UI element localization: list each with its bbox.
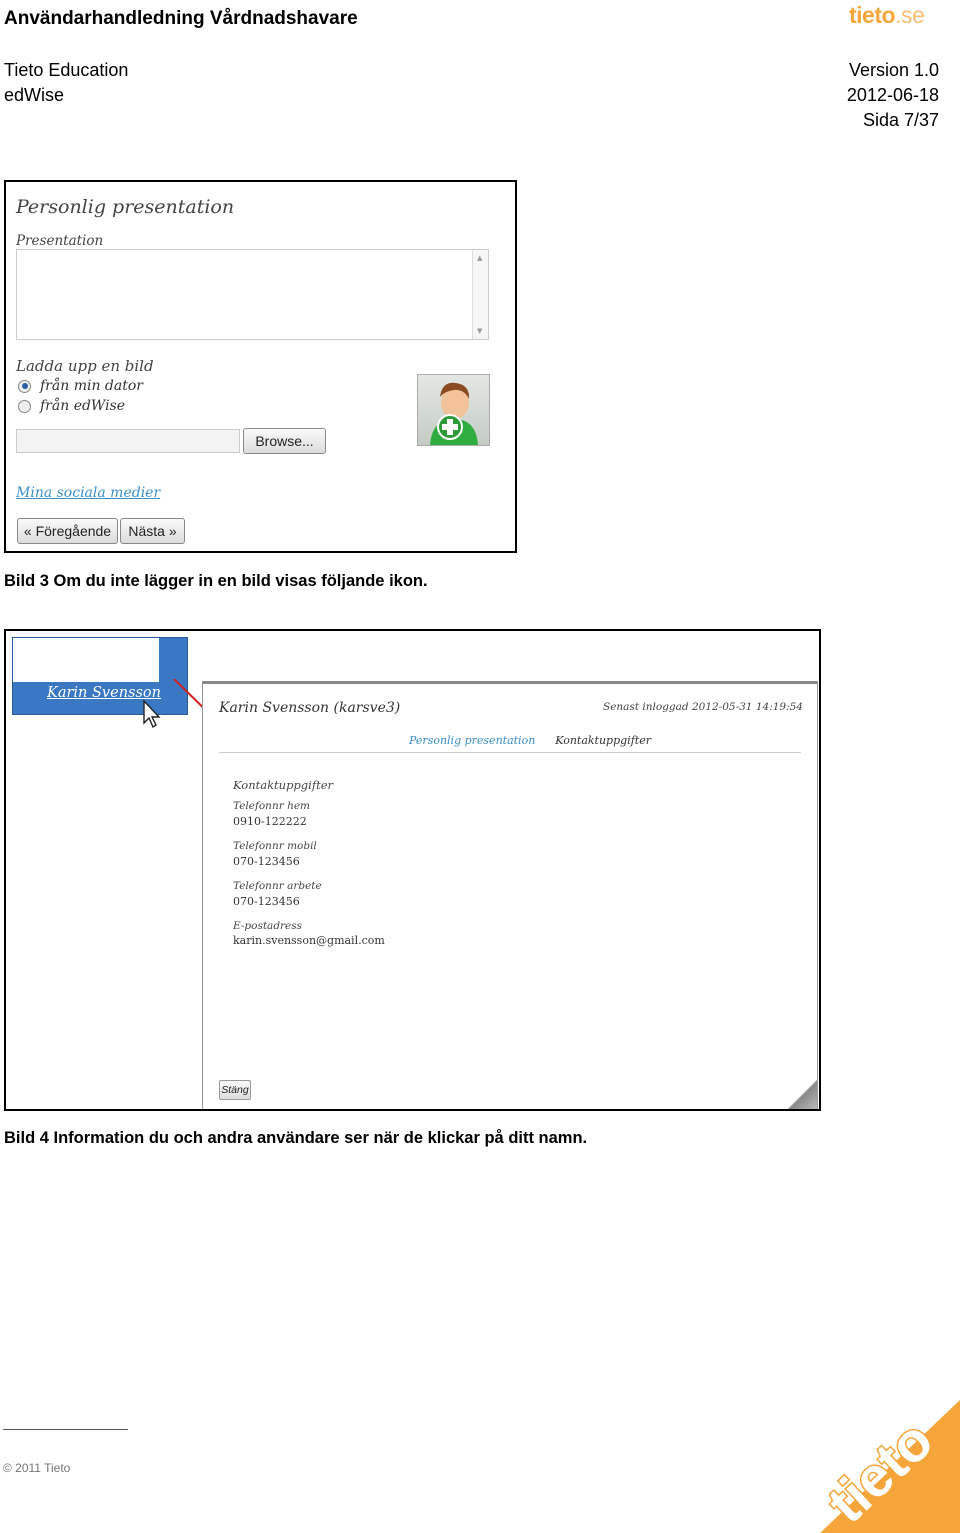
figure-contact-info: Karin Svensson Karin Svensson (karsve3) … — [4, 629, 821, 1111]
profile-tabs: Personlig presentation Kontaktuppgifter — [409, 734, 651, 747]
field-label: Telefonnr mobil — [233, 840, 317, 852]
scroll-down-icon[interactable]: ▼ — [477, 327, 482, 335]
company-name: Tieto Education — [4, 60, 129, 80]
mouse-cursor-icon — [143, 699, 161, 729]
profile-name: Karin Svensson (karsve3) — [219, 700, 401, 716]
figure-caption-4: Bild 4 Information du och andra användar… — [4, 1129, 588, 1147]
document-date: 2012-06-18 — [846, 85, 939, 105]
field-label: Telefonnr arbete — [233, 880, 322, 892]
profile-panel: Karin Svensson (karsve3) Senast inloggad… — [202, 681, 818, 1109]
radio-selected-icon[interactable] — [18, 379, 31, 393]
radio-from-edwise-label: från edWise — [40, 398, 126, 414]
close-button[interactable]: Stäng — [219, 1080, 251, 1100]
textarea-scrollbar[interactable]: ▲ ▼ — [472, 250, 488, 339]
copyright-text: © 2011 Tieto — [3, 1461, 71, 1475]
presentation-textarea[interactable]: ▲ ▼ — [16, 249, 489, 340]
tab-personal-presentation[interactable]: Personlig presentation — [409, 734, 535, 747]
contact-section-title: Kontaktuppgifter — [233, 778, 334, 792]
radio-unselected-icon[interactable] — [18, 399, 31, 413]
field-label: Telefonnr hem — [233, 800, 310, 812]
footnote-divider — [3, 1429, 128, 1430]
previous-button[interactable]: « Föregående — [17, 518, 118, 544]
radio-from-computer[interactable]: från min dator — [18, 378, 143, 394]
tab-contact-info[interactable]: Kontaktuppgifter — [555, 734, 651, 747]
radio-from-edwise[interactable]: från edWise — [18, 398, 125, 414]
header-meta-right: Version 1.0 2012-06-18 Sida 7/37 — [847, 58, 939, 133]
field-value: 070-123456 — [233, 895, 300, 908]
field-label: E-postadress — [233, 920, 303, 932]
social-media-link[interactable]: Mina sociala medier — [16, 485, 160, 501]
tieto-logo: tieto.se — [849, 2, 925, 29]
browse-button[interactable]: Browse... — [243, 428, 326, 454]
next-button[interactable]: Nästa » — [120, 518, 185, 544]
upload-image-label: Ladda upp en bild — [16, 357, 154, 375]
presentation-label: Presentation — [16, 233, 104, 249]
version-label: Version 1.0 — [848, 60, 939, 80]
field-value: 070-123456 — [233, 855, 300, 868]
page-number: Sida 7/37 — [862, 110, 939, 130]
page-curl-decoration — [787, 1080, 817, 1109]
tab-blank-area — [13, 638, 159, 682]
presentation-heading: Personlig presentation — [16, 196, 235, 218]
logo-domain-text: .se — [895, 2, 925, 28]
tieto-corner-logo: tieto — [820, 1400, 960, 1533]
document-title: Användarhandledning Vårdnadshavare — [4, 8, 358, 29]
tabs-divider — [219, 752, 801, 753]
product-name: edWise — [4, 85, 65, 105]
figure-caption-3: Bild 3 Om du inte lägger in en bild visa… — [4, 572, 428, 590]
field-value: 0910-122222 — [233, 815, 307, 828]
radio-from-computer-label: från min dator — [40, 378, 143, 394]
header-meta-left: Tieto Education edWise — [4, 58, 128, 108]
add-user-icon — [417, 374, 490, 446]
file-path-input[interactable] — [16, 429, 240, 453]
field-value: karin.svensson@gmail.com — [233, 934, 385, 947]
figure-personal-presentation: Personlig presentation Presentation ▲ ▼ … — [4, 180, 517, 553]
logo-main-text: tieto — [849, 2, 896, 28]
last-login: Senast inloggad 2012-05-31 14:19:54 — [603, 701, 803, 713]
scroll-up-icon[interactable]: ▲ — [477, 254, 482, 262]
